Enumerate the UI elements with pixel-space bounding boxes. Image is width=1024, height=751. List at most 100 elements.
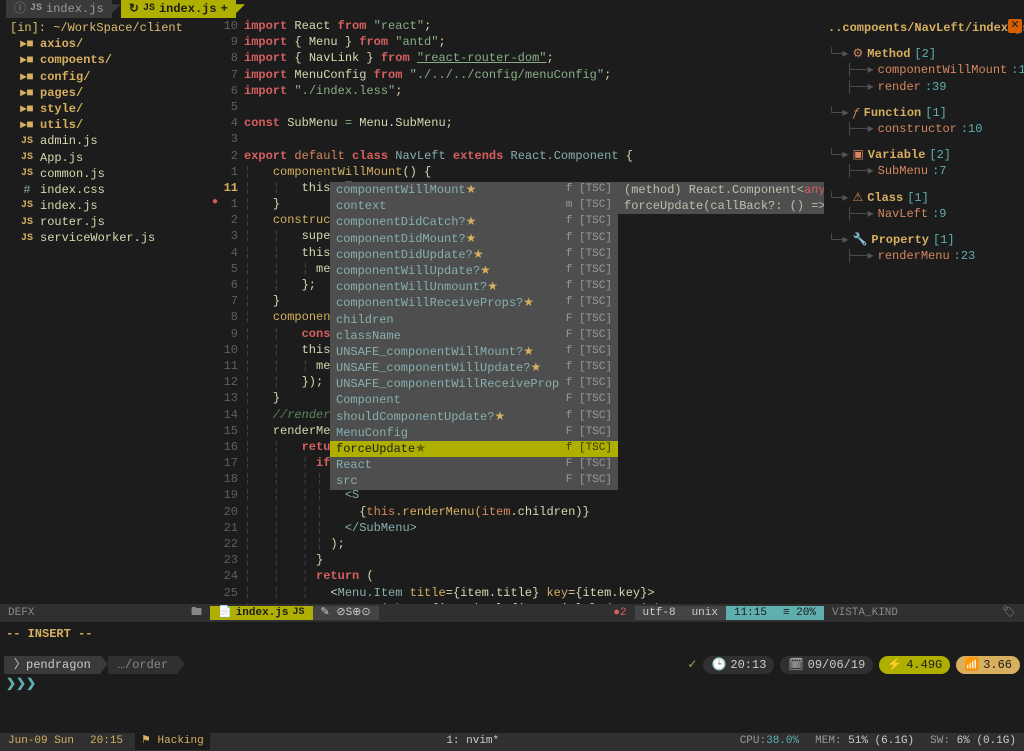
sidebar-item-config[interactable]: ▸■config/: [4, 69, 206, 85]
line-number: 16: [210, 439, 244, 455]
outline-section[interactable]: └─▸ ƒ Function [1]: [828, 105, 1020, 121]
shell-cursor[interactable]: ❯❯❯: [0, 676, 1024, 692]
outline-item[interactable]: ├──▸ render:39: [828, 79, 1020, 95]
js-icon: JS: [20, 232, 34, 246]
folder-icon: ▸■: [20, 101, 34, 117]
statusline-encoding: utf-8: [635, 606, 684, 621]
sidebar-item-compoents[interactable]: ▸■compoents/: [4, 52, 206, 68]
completion-item[interactable]: componentDidMount?★f [TSC]: [330, 231, 618, 247]
calendar-icon: 🗓: [788, 657, 803, 673]
line-number: 8: [210, 309, 244, 325]
prompt-host: 〉pendragon: [4, 656, 101, 674]
tmux-session[interactable]: ⚑ Hacking: [135, 733, 210, 750]
line-number: 11: [210, 358, 244, 374]
statusline-vista-label: VISTA_KIND: [824, 606, 906, 621]
completion-item[interactable]: componentDidCatch?★f [TSC]: [330, 214, 618, 230]
prompt-path: …/order: [108, 656, 178, 674]
js-icon: JS: [20, 216, 34, 230]
tag-icon: 🏷: [994, 606, 1024, 621]
flag-icon: ⚑: [141, 735, 151, 747]
css-icon: #: [20, 182, 34, 198]
completion-item[interactable]: UNSAFE_componentWillReceiveProps?★f [TSC…: [330, 376, 618, 392]
js-icon: JS: [20, 135, 34, 149]
completion-item[interactable]: componentWillUnmount?★f [TSC]: [330, 279, 618, 295]
sidebar-item-axios[interactable]: ▸■axios/: [4, 36, 206, 52]
shell-prompt: 〉pendragon …/order ✓ 🕒20:13 🗓09/06/19 ⚡4…: [0, 654, 1024, 676]
line-number: 13: [210, 390, 244, 406]
file-icon: 📄: [218, 606, 232, 621]
outline-panel: ✕ ..compoents/NavLeft/index.js └─▸ ⚙ Met…: [824, 18, 1024, 604]
js-icon: JS: [20, 167, 34, 181]
tab-index-js-2-active[interactable]: ↻ JS index.js +: [121, 0, 236, 18]
sidebar-item-serviceworker-js[interactable]: JSserviceWorker.js: [4, 230, 206, 246]
outline-path: ..compoents/NavLeft/index.js: [828, 20, 1020, 36]
line-number-current: 11: [210, 180, 244, 196]
js-icon: JS: [143, 2, 155, 16]
tmux-window[interactable]: 1: nvim*: [438, 734, 507, 749]
prompt-time: 🕒20:13: [703, 656, 774, 674]
prompt-date: 🗓09/06/19: [780, 656, 873, 674]
outline-section[interactable]: └─▸ ▣ Variable [2]: [828, 147, 1020, 163]
completion-item[interactable]: ComponentF [TSC]: [330, 392, 618, 408]
line-number: 7: [210, 293, 244, 309]
sidebar-item-app-js[interactable]: JSApp.js: [4, 150, 206, 166]
line-number: 4: [210, 245, 244, 261]
completion-item[interactable]: componentWillUpdate?★f [TSC]: [330, 263, 618, 279]
line-number: 2: [210, 148, 244, 164]
outline-item[interactable]: ├──▸ NavLeft:9: [828, 206, 1020, 222]
line-number: 21: [210, 520, 244, 536]
folder-icon: 🖿: [183, 606, 210, 621]
completion-item[interactable]: componentDidUpdate?★f [TSC]: [330, 247, 618, 263]
completion-item[interactable]: UNSAFE_componentWillMount?★f [TSC]: [330, 344, 618, 360]
completion-item[interactable]: shouldComponentUpdate?★f [TSC]: [330, 409, 618, 425]
completion-item[interactable]: ReactF [TSC]: [330, 457, 618, 473]
sidebar-item-index-js[interactable]: JSindex.js: [4, 198, 206, 214]
folder-icon: ▸■: [20, 117, 34, 133]
sidebar-item-style[interactable]: ▸■style/: [4, 101, 206, 117]
signature-help: (method) React.Component<any, any, any>.…: [618, 182, 824, 214]
line-number: 26: [210, 601, 244, 604]
completion-item[interactable]: forceUpdate★f [TSC]: [330, 441, 618, 457]
outline-item[interactable]: ├──▸ constructor:10: [828, 121, 1020, 137]
completion-item[interactable]: contextm [TSC]: [330, 198, 618, 214]
completion-item[interactable]: classNameF [TSC]: [330, 328, 618, 344]
clock-icon: 🕒: [711, 657, 726, 673]
tmux-date: Jun-09 Sun: [0, 734, 82, 749]
line-number: 9: [210, 326, 244, 342]
file-explorer: [in]: ~/WorkSpace/client ▸■axios/ ▸■comp…: [0, 18, 210, 604]
tmux-statusbar: Jun-09 Sun 20:15 ⚑ Hacking 1: nvim* CPU:…: [0, 733, 1024, 751]
sidebar-item-router-js[interactable]: JSrouter.js: [4, 214, 206, 230]
statusline-position: 11:15: [726, 606, 775, 621]
lightning-icon: ⚡: [887, 657, 902, 673]
line-number: 25: [210, 585, 244, 601]
line-number: 17: [210, 455, 244, 471]
sidebar-item-common-js[interactable]: JScommon.js: [4, 166, 206, 182]
completion-item[interactable]: srcF [TSC]: [330, 473, 618, 489]
sidebar-item-pages[interactable]: ▸■pages/: [4, 85, 206, 101]
outline-section[interactable]: └─▸ ⚙ Method [2]: [828, 46, 1020, 62]
vim-mode-indicator: -- INSERT --: [0, 622, 1024, 646]
outline-item[interactable]: ├──▸ renderMenu:23: [828, 248, 1020, 264]
code-editor[interactable]: 10import React from "react"; 9import { M…: [210, 18, 824, 604]
folder-icon: ▸■: [20, 36, 34, 52]
sidebar-item-index-css[interactable]: #index.css: [4, 182, 206, 198]
sidebar-item-utils[interactable]: ▸■utils/: [4, 117, 206, 133]
completion-item[interactable]: MenuConfigF [TSC]: [330, 425, 618, 441]
line-number: 12: [210, 374, 244, 390]
outline-section[interactable]: └─▸ 🔧 Property [1]: [828, 232, 1020, 248]
js-icon: JS: [20, 151, 34, 165]
sidebar-item-admin-js[interactable]: JSadmin.js: [4, 133, 206, 149]
tab-index-js-1[interactable]: ⓘ JS index.js: [6, 0, 112, 18]
outline-item[interactable]: ├──▸ componentWillMount:16: [828, 62, 1020, 78]
completion-item[interactable]: childrenF [TSC]: [330, 312, 618, 328]
line-number: 10: [210, 342, 244, 358]
line-number: 5: [210, 261, 244, 277]
outline-item[interactable]: ├──▸ SubMenu:7: [828, 163, 1020, 179]
completion-item[interactable]: componentWillMount★f [TSC]: [330, 182, 618, 198]
completion-item[interactable]: UNSAFE_componentWillUpdate?★f [TSC]: [330, 360, 618, 376]
close-icon[interactable]: ✕: [1008, 19, 1022, 33]
completion-item[interactable]: componentWillReceiveProps?★f [TSC]: [330, 295, 618, 311]
outline-section[interactable]: └─▸ ⚠ Class [1]: [828, 190, 1020, 206]
statusline-left: DEFX 🖿: [0, 604, 210, 622]
line-number: 14: [210, 407, 244, 423]
